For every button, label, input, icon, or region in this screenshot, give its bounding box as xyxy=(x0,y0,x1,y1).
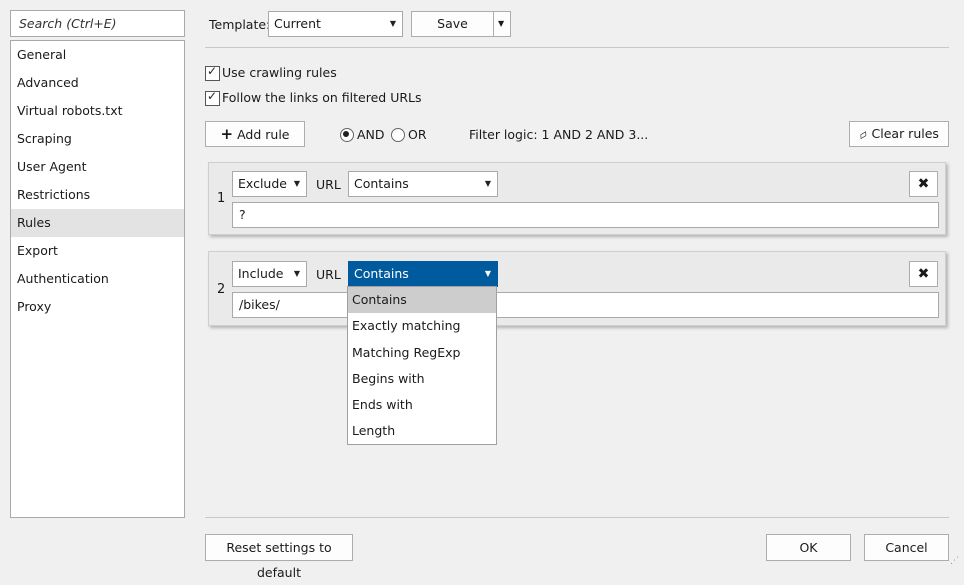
rule-action-value: Include xyxy=(238,266,284,281)
sidebar-item-export[interactable]: Export xyxy=(11,237,184,265)
template-select-value: Current xyxy=(274,16,321,31)
sidebar-item-scraping[interactable]: Scraping xyxy=(11,125,184,153)
rule-value-input[interactable]: /bikes/ xyxy=(232,292,939,318)
and-radio[interactable]: AND xyxy=(340,127,390,143)
condition-dropdown-list: Contains Exactly matching Matching RegEx… xyxy=(347,286,497,445)
clear-rules-label: Clear rules xyxy=(871,126,939,141)
add-rule-label: Add rule xyxy=(237,127,290,142)
sidebar-item-general[interactable]: General xyxy=(11,41,184,69)
dropdown-option[interactable]: Contains xyxy=(348,287,496,314)
rule-action-select[interactable]: Exclude ▼ xyxy=(232,171,307,197)
rule-condition-value: Contains xyxy=(354,266,409,281)
rule-condition-select[interactable]: Contains ▼ xyxy=(348,261,498,287)
save-menu-button[interactable]: ▼ xyxy=(493,11,511,37)
sidebar-item-advanced[interactable]: Advanced xyxy=(11,69,184,97)
checkbox-checked-icon xyxy=(205,89,220,106)
sidebar-item-user-agent[interactable]: User Agent xyxy=(11,153,184,181)
or-label: OR xyxy=(408,127,427,142)
follow-links-checkbox[interactable]: Follow the links on filtered URLs xyxy=(205,89,505,106)
clear-rules-button[interactable]: ▱ Clear rules xyxy=(849,121,949,147)
or-radio[interactable]: OR xyxy=(391,127,431,143)
chevron-down-icon: ▼ xyxy=(293,179,300,188)
resize-grip-icon[interactable]: ⋰ xyxy=(950,556,959,566)
checkbox-checked-icon xyxy=(205,64,220,81)
sidebar-item-restrictions[interactable]: Restrictions xyxy=(11,181,184,209)
ok-button[interactable]: OK xyxy=(766,534,851,561)
divider xyxy=(205,517,949,518)
chevron-down-icon: ▼ xyxy=(484,179,491,188)
rule-number: 2 xyxy=(217,282,226,297)
add-rule-button[interactable]: + Add rule xyxy=(205,121,305,147)
sidebar-item-authentication[interactable]: Authentication xyxy=(11,265,184,293)
dropdown-option[interactable]: Matching RegExp xyxy=(348,340,496,366)
settings-sidebar: General Advanced Virtual robots.txt Scra… xyxy=(10,40,185,518)
chevron-down-icon: ▼ xyxy=(498,19,505,28)
dropdown-option[interactable]: Ends with xyxy=(348,392,496,418)
delete-rule-button[interactable]: ✖ xyxy=(909,171,938,197)
rule-action-value: Exclude xyxy=(238,176,287,191)
dropdown-option[interactable]: Begins with xyxy=(348,366,496,392)
cancel-button[interactable]: Cancel xyxy=(864,534,949,561)
and-label: AND xyxy=(357,127,385,142)
search-input[interactable]: Search (Ctrl+E) xyxy=(10,10,185,37)
rule-card: 2 Include ▼ URL Contains ▼ ✖ /bikes/ xyxy=(208,251,946,326)
rule-field-label: URL xyxy=(316,267,341,282)
chevron-down-icon: ▼ xyxy=(389,19,396,28)
divider xyxy=(205,47,949,48)
dropdown-option[interactable]: Exactly matching xyxy=(348,313,496,339)
template-label: Template: xyxy=(209,17,271,32)
use-crawling-rules-label: Use crawling rules xyxy=(222,65,337,80)
delete-rule-button[interactable]: ✖ xyxy=(909,261,938,287)
sidebar-item-proxy[interactable]: Proxy xyxy=(11,293,184,321)
chevron-down-icon: ▼ xyxy=(484,269,491,278)
rule-condition-value: Contains xyxy=(354,176,409,191)
rule-field-label: URL xyxy=(316,177,341,192)
rule-card: 1 Exclude ▼ URL Contains ▼ ✖ ? xyxy=(208,162,946,235)
rule-condition-select[interactable]: Contains ▼ xyxy=(348,171,498,197)
dropdown-option[interactable]: Length xyxy=(348,418,496,444)
sidebar-item-virtual-robots[interactable]: Virtual robots.txt xyxy=(11,97,184,125)
radio-unselected-icon xyxy=(391,128,405,142)
close-icon: ✖ xyxy=(917,176,930,192)
eraser-icon: ▱ xyxy=(856,126,870,143)
template-select[interactable]: Current ▼ xyxy=(268,11,403,37)
save-button[interactable]: Save xyxy=(411,11,494,37)
radio-selected-icon xyxy=(340,128,354,142)
follow-links-label: Follow the links on filtered URLs xyxy=(222,90,422,105)
filter-logic-text: Filter logic: 1 AND 2 AND 3... xyxy=(469,127,649,142)
rule-number: 1 xyxy=(217,191,226,206)
close-icon: ✖ xyxy=(917,266,930,282)
rule-action-select[interactable]: Include ▼ xyxy=(232,261,307,287)
use-crawling-rules-checkbox[interactable]: Use crawling rules xyxy=(205,64,505,81)
reset-settings-button[interactable]: Reset settings to default xyxy=(205,534,353,580)
sidebar-item-rules[interactable]: Rules xyxy=(11,209,184,237)
rule-value-input[interactable]: ? xyxy=(232,202,939,228)
plus-icon: + xyxy=(220,125,234,143)
chevron-down-icon: ▼ xyxy=(293,269,300,278)
